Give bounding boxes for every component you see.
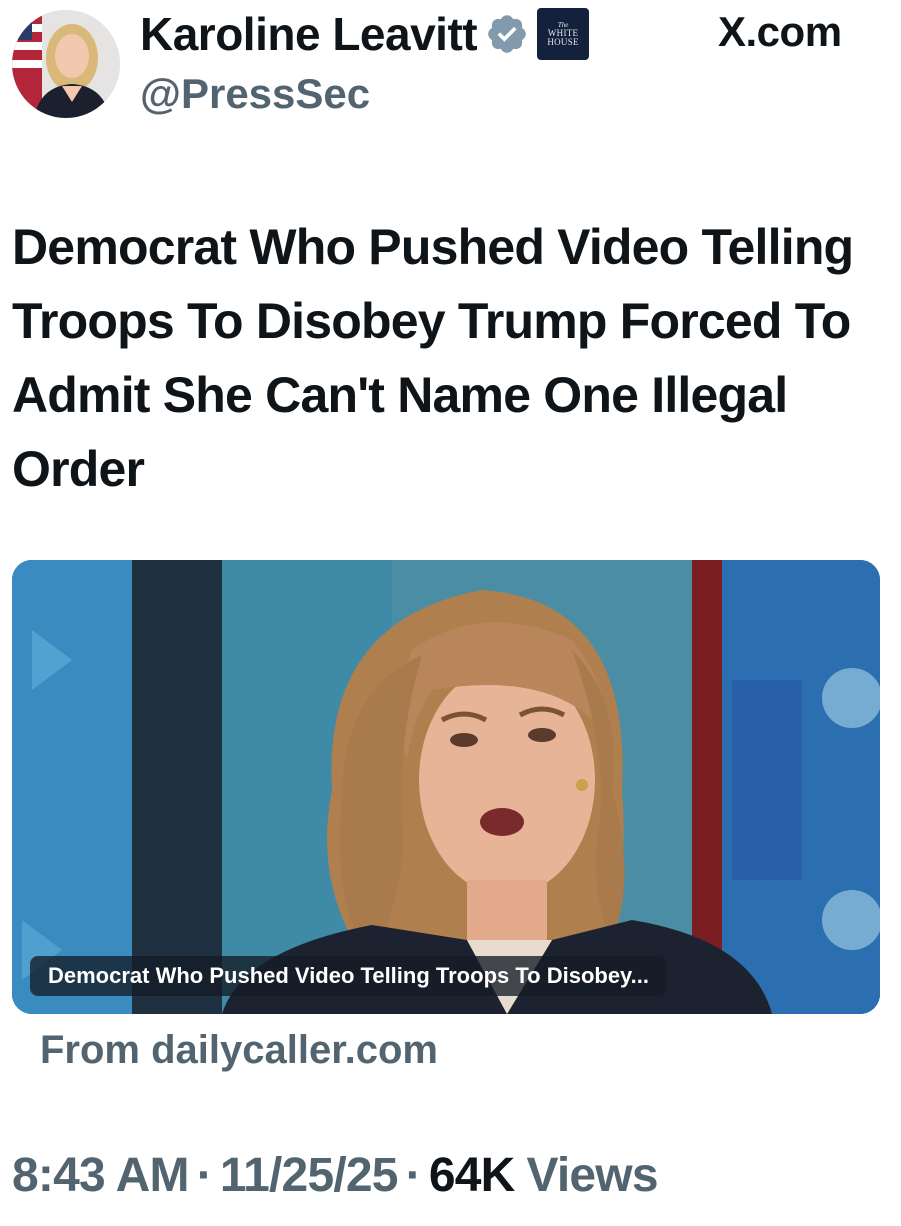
link-card-caption-text: Democrat Who Pushed Video Telling Troops… <box>48 963 649 988</box>
source-site-label: X.com <box>718 8 842 55</box>
post-text: Democrat Who Pushed Video Telling Troops… <box>12 219 854 497</box>
meta-separator: · <box>405 1149 422 1202</box>
post-header: Karoline Leavitt The WHITE HOUSE @PressS… <box>0 0 901 130</box>
post-date[interactable]: 11/25/25 <box>220 1148 399 1203</box>
author-display-name[interactable]: Karoline Leavitt <box>140 7 478 61</box>
link-preview-image <box>12 560 880 1014</box>
author-avatar[interactable] <box>12 10 120 118</box>
link-card-caption: Democrat Who Pushed Video Telling Troops… <box>30 956 667 996</box>
badge-line2-text: HOUSE <box>547 36 579 47</box>
post-time[interactable]: 8:43 AM <box>12 1148 189 1203</box>
link-preview-card[interactable]: Democrat Who Pushed Video Telling Troops… <box>12 560 880 1014</box>
white-house-affiliation-badge[interactable]: The WHITE HOUSE <box>537 8 590 60</box>
author-name-row: Karoline Leavitt The WHITE HOUSE <box>140 7 590 61</box>
avatar-image <box>12 10 120 118</box>
meta-separator: · <box>196 1149 213 1202</box>
verified-badge-icon[interactable] <box>485 12 529 56</box>
views-count[interactable]: 64K <box>429 1148 515 1203</box>
author-handle[interactable]: @PressSec <box>140 70 370 118</box>
views-label: Views <box>526 1149 659 1202</box>
link-source-domain[interactable]: From dailycaller.com <box>40 1028 438 1073</box>
post-meta: 8:43 AM · 11/25/25 · 64K Views <box>12 1148 659 1203</box>
